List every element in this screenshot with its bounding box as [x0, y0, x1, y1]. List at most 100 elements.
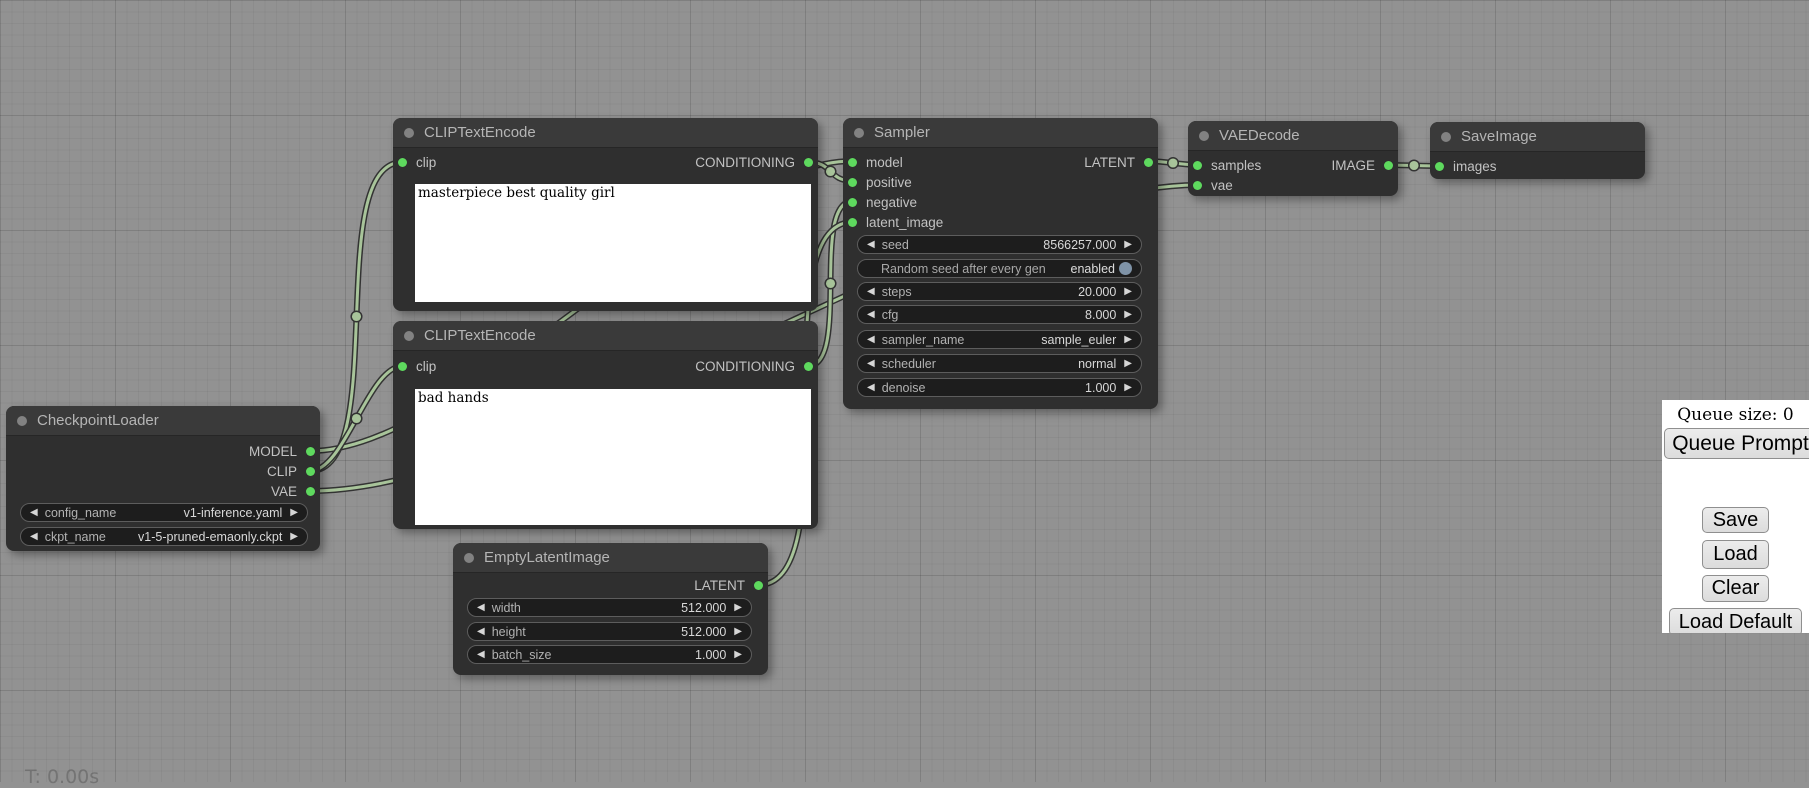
save-button[interactable]: Save: [1702, 507, 1770, 533]
input-slot-clip[interactable]: clip: [398, 152, 436, 172]
increment-arrow-icon[interactable]: ▶: [1124, 287, 1132, 297]
widget-denoise[interactable]: ◀ denoise 1.000 ▶: [857, 378, 1142, 397]
slot-dot-icon[interactable]: [1193, 181, 1202, 190]
slot-dot-icon[interactable]: [1435, 162, 1444, 171]
output-slot-vae[interactable]: VAE: [271, 481, 315, 501]
slot-dot-icon[interactable]: [848, 178, 857, 187]
widget-sampler-name[interactable]: ◀ sampler_name sample_euler ▶: [857, 330, 1142, 349]
input-slot-vae[interactable]: vae: [1193, 175, 1233, 195]
decrement-arrow-icon[interactable]: ◀: [30, 508, 38, 518]
increment-arrow-icon[interactable]: ▶: [734, 603, 742, 613]
slot-dot-icon[interactable]: [804, 158, 813, 167]
slot-dot-icon[interactable]: [848, 218, 857, 227]
widget-ckpt-name[interactable]: ◀ ckpt_name v1-5-pruned-emaonly.ckpt ▶: [20, 527, 308, 546]
queue-prompt-button[interactable]: Queue Prompt: [1664, 428, 1809, 459]
widget-label: Random seed after every gen: [881, 262, 1046, 276]
collapse-dot-icon[interactable]: [1199, 131, 1209, 141]
node-checkpoint-loader[interactable]: CheckpointLoader MODEL CLIP VAE ◀ config…: [6, 406, 320, 551]
negative-prompt-textarea[interactable]: bad hands: [415, 389, 811, 525]
node-clip-text-encode-negative[interactable]: CLIPTextEncode clip CONDITIONING bad han…: [393, 321, 818, 529]
decrement-arrow-icon[interactable]: ◀: [867, 287, 875, 297]
clear-button[interactable]: Clear: [1702, 575, 1770, 602]
widget-scheduler[interactable]: ◀ scheduler normal ▶: [857, 354, 1142, 373]
output-slot-conditioning[interactable]: CONDITIONING: [695, 152, 813, 172]
slot-dot-icon[interactable]: [848, 198, 857, 207]
node-titlebar[interactable]: Sampler: [843, 118, 1158, 148]
slot-dot-icon[interactable]: [398, 158, 407, 167]
widget-batch-size[interactable]: ◀ batch_size 1.000 ▶: [467, 645, 752, 664]
input-slot-clip[interactable]: clip: [398, 356, 436, 376]
collapse-dot-icon[interactable]: [464, 553, 474, 563]
decrement-arrow-icon[interactable]: ◀: [867, 359, 875, 369]
collapse-dot-icon[interactable]: [404, 331, 414, 341]
increment-arrow-icon[interactable]: ▶: [1124, 240, 1132, 250]
slot-dot-icon[interactable]: [306, 487, 315, 496]
node-save-image[interactable]: SaveImage images: [1430, 122, 1645, 179]
decrement-arrow-icon[interactable]: ◀: [30, 532, 38, 542]
increment-arrow-icon[interactable]: ▶: [290, 532, 298, 542]
increment-arrow-icon[interactable]: ▶: [290, 508, 298, 518]
decrement-arrow-icon[interactable]: ◀: [867, 383, 875, 393]
toggle-knob-icon[interactable]: [1119, 262, 1132, 275]
positive-prompt-textarea[interactable]: masterpiece best quality girl: [415, 184, 811, 302]
node-titlebar[interactable]: CLIPTextEncode: [393, 321, 818, 351]
input-slot-negative[interactable]: negative: [848, 192, 917, 212]
decrement-arrow-icon[interactable]: ◀: [477, 603, 485, 613]
collapse-dot-icon[interactable]: [404, 128, 414, 138]
node-titlebar[interactable]: CheckpointLoader: [6, 406, 320, 436]
decrement-arrow-icon[interactable]: ◀: [867, 310, 875, 320]
increment-arrow-icon[interactable]: ▶: [734, 650, 742, 660]
node-clip-text-encode-positive[interactable]: CLIPTextEncode clip CONDITIONING masterp…: [393, 118, 818, 311]
widget-label: height: [492, 625, 526, 639]
increment-arrow-icon[interactable]: ▶: [734, 627, 742, 637]
input-slot-images[interactable]: images: [1435, 156, 1497, 176]
slot-dot-icon[interactable]: [1384, 161, 1393, 170]
load-button[interactable]: Load: [1702, 540, 1769, 569]
slot-dot-icon[interactable]: [1193, 161, 1202, 170]
input-slot-samples[interactable]: samples: [1193, 155, 1261, 175]
decrement-arrow-icon[interactable]: ◀: [477, 650, 485, 660]
increment-arrow-icon[interactable]: ▶: [1124, 335, 1132, 345]
collapse-dot-icon[interactable]: [1441, 132, 1451, 142]
collapse-dot-icon[interactable]: [17, 416, 27, 426]
decrement-arrow-icon[interactable]: ◀: [477, 627, 485, 637]
widget-value: 512.000: [526, 625, 727, 639]
output-slot-conditioning[interactable]: CONDITIONING: [695, 356, 813, 376]
slot-dot-icon[interactable]: [306, 447, 315, 456]
slot-dot-icon[interactable]: [848, 158, 857, 167]
output-slot-latent[interactable]: LATENT: [694, 575, 763, 595]
load-default-button[interactable]: Load Default: [1669, 608, 1802, 633]
slot-dot-icon[interactable]: [306, 467, 315, 476]
node-vae-decode[interactable]: VAEDecode samples vae IMAGE: [1188, 121, 1398, 196]
collapse-dot-icon[interactable]: [854, 128, 864, 138]
widget-cfg[interactable]: ◀ cfg 8.000 ▶: [857, 305, 1142, 324]
input-slot-positive[interactable]: positive: [848, 172, 912, 192]
slot-dot-icon[interactable]: [804, 362, 813, 371]
output-slot-latent[interactable]: LATENT: [1084, 152, 1153, 172]
widget-height[interactable]: ◀ height 512.000 ▶: [467, 622, 752, 641]
node-titlebar[interactable]: CLIPTextEncode: [393, 118, 818, 148]
increment-arrow-icon[interactable]: ▶: [1124, 310, 1132, 320]
slot-dot-icon[interactable]: [1144, 158, 1153, 167]
increment-arrow-icon[interactable]: ▶: [1124, 359, 1132, 369]
output-slot-model[interactable]: MODEL: [249, 441, 315, 461]
widget-seed[interactable]: ◀ seed 8566257.000 ▶: [857, 235, 1142, 254]
output-slot-clip[interactable]: CLIP: [267, 461, 315, 481]
decrement-arrow-icon[interactable]: ◀: [867, 335, 875, 345]
widget-steps[interactable]: ◀ steps 20.000 ▶: [857, 282, 1142, 301]
node-empty-latent-image[interactable]: EmptyLatentImage LATENT ◀ width 512.000 …: [453, 543, 768, 675]
input-slot-model[interactable]: model: [848, 152, 903, 172]
node-titlebar[interactable]: EmptyLatentImage: [453, 543, 768, 573]
widget-random-seed-toggle[interactable]: Random seed after every gen enabled: [857, 259, 1142, 278]
node-titlebar[interactable]: SaveImage: [1430, 122, 1645, 152]
node-sampler[interactable]: Sampler model positive negative latent_i…: [843, 118, 1158, 409]
increment-arrow-icon[interactable]: ▶: [1124, 383, 1132, 393]
node-titlebar[interactable]: VAEDecode: [1188, 121, 1398, 151]
input-slot-latent-image[interactable]: latent_image: [848, 212, 943, 232]
decrement-arrow-icon[interactable]: ◀: [867, 240, 875, 250]
slot-dot-icon[interactable]: [398, 362, 407, 371]
output-slot-image[interactable]: IMAGE: [1331, 155, 1393, 175]
widget-config-name[interactable]: ◀ config_name v1-inference.yaml ▶: [20, 503, 308, 522]
widget-width[interactable]: ◀ width 512.000 ▶: [467, 598, 752, 617]
slot-dot-icon[interactable]: [754, 581, 763, 590]
